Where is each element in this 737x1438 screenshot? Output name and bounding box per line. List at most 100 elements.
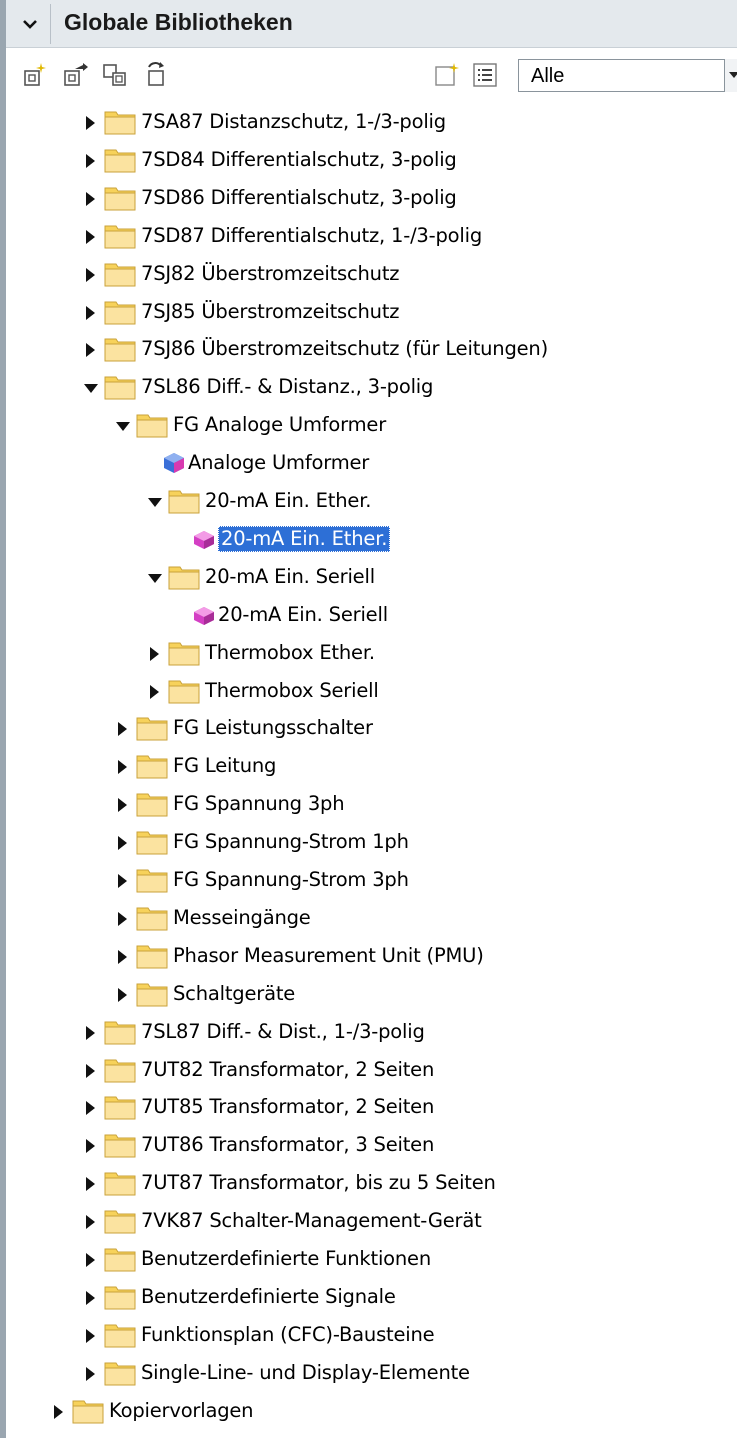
expand-arrow-right-icon[interactable]: [86, 1366, 95, 1381]
tree-row[interactable]: 20-mA Ein. Seriell: [6, 559, 737, 597]
tree-row[interactable]: Thermobox Ether.: [6, 635, 737, 673]
folder-icon: [104, 147, 136, 173]
expand-arrow-right-icon[interactable]: [86, 1139, 95, 1154]
expand-arrow-right-icon[interactable]: [150, 646, 159, 661]
tree-item-label: Kopiervorlagen: [109, 1398, 254, 1422]
expand-arrow-right-icon[interactable]: [86, 153, 95, 168]
header-separator: [50, 4, 51, 44]
tree-row[interactable]: Funktionsplan (CFC)-Bausteine: [6, 1317, 737, 1355]
expand-arrow-down-icon[interactable]: [148, 498, 162, 507]
folder-icon: [104, 1284, 136, 1310]
expand-arrow-right-icon[interactable]: [86, 305, 95, 320]
tree-item-label: FG Leistungsschalter: [173, 716, 373, 740]
tree-row[interactable]: Benutzerdefinierte Funktionen: [6, 1241, 737, 1279]
tree-row[interactable]: 7SJ86 Überstromzeitschutz (für Leitungen…: [6, 331, 737, 369]
tree-row[interactable]: 7UT86 Transformator, 3 Seiten: [6, 1127, 737, 1165]
expand-arrow-right-icon[interactable]: [86, 1101, 95, 1116]
expand-arrow-down-icon[interactable]: [148, 573, 162, 583]
tree-row[interactable]: Schaltgeräte: [6, 976, 737, 1014]
tree-row[interactable]: 7SJ82 Überstromzeitschutz: [6, 256, 737, 294]
tree-item-label: Benutzerdefinierte Signale: [141, 1284, 396, 1308]
tree-row[interactable]: 7UT85 Transformator, 2 Seiten: [6, 1089, 737, 1127]
update-library-icon[interactable]: [140, 58, 174, 92]
tree-row[interactable]: 7SD87 Differentialschutz, 1-/3-polig: [6, 218, 737, 256]
expand-arrow-right-icon[interactable]: [118, 722, 127, 737]
new-library-icon[interactable]: [18, 58, 52, 92]
library-header[interactable]: Globale Bibliotheken: [6, 0, 737, 48]
expand-arrow-down-icon[interactable]: [84, 384, 98, 394]
new-folder-icon[interactable]: [430, 58, 464, 92]
expand-arrow-right-icon[interactable]: [86, 1290, 95, 1305]
folder-icon: [104, 1208, 136, 1234]
tree-row[interactable]: 7UT87 Transformator, bis zu 5 Seiten: [6, 1165, 737, 1203]
expand-arrow-right-icon[interactable]: [86, 343, 95, 358]
tree-row[interactable]: 7VK87 Schalter-Management-Gerät: [6, 1203, 737, 1241]
tree-item-label: Phasor Measurement Unit (PMU): [173, 943, 484, 967]
folder-icon: [168, 640, 200, 666]
tree-row[interactable]: Thermobox Seriell: [6, 673, 737, 711]
tree-row[interactable]: 7SL87 Diff.- & Dist., 1-/3-polig: [6, 1014, 737, 1052]
tree-row[interactable]: FG Analoge Umformer: [6, 407, 737, 445]
expand-arrow-right-icon[interactable]: [118, 911, 127, 926]
chevron-down-icon[interactable]: [20, 14, 40, 34]
expand-arrow-right-icon[interactable]: [54, 1404, 63, 1419]
expand-arrow-right-icon[interactable]: [150, 684, 159, 699]
expand-arrow-right-icon[interactable]: [86, 191, 95, 206]
tree-row[interactable]: Analoge Umformer: [6, 445, 737, 483]
expand-arrow-right-icon[interactable]: [86, 1328, 95, 1343]
open-library-icon[interactable]: [58, 58, 92, 92]
folder-icon: [104, 185, 136, 211]
expand-arrow-right-icon[interactable]: [118, 798, 127, 813]
folder-icon: [168, 488, 200, 514]
tree-row[interactable]: 7SD86 Differentialschutz, 3-polig: [6, 180, 737, 218]
library-type-icon: [162, 452, 186, 474]
tree-item-label: Single-Line- und Display-Elemente: [141, 1360, 470, 1384]
tree-item-label: Analoge Umformer: [188, 451, 370, 475]
tree-row[interactable]: Single-Line- und Display-Elemente: [6, 1355, 737, 1393]
expand-arrow-right-icon[interactable]: [86, 116, 95, 130]
expand-arrow-right-icon[interactable]: [118, 836, 127, 851]
expand-arrow-right-icon[interactable]: [118, 760, 127, 775]
tree-row[interactable]: FG Leistungsschalter: [6, 710, 737, 748]
tree-row[interactable]: 20-mA Ein. Ether.: [6, 483, 737, 521]
tree-row[interactable]: 20-mA Ein. Seriell: [6, 597, 737, 635]
expand-arrow-right-icon[interactable]: [86, 229, 95, 244]
expand-arrow-right-icon[interactable]: [86, 1063, 95, 1078]
filter-select[interactable]: Alle: [518, 59, 737, 92]
tree-item-label: 7SJ85 Überstromzeitschutz: [141, 299, 400, 323]
tree-row[interactable]: Benutzerdefinierte Signale: [6, 1279, 737, 1317]
expand-arrow-right-icon[interactable]: [86, 1025, 95, 1040]
tree-row[interactable]: FG Spannung-Strom 1ph: [6, 824, 737, 862]
expand-arrow-right-icon[interactable]: [86, 1253, 95, 1267]
tree-row[interactable]: Phasor Measurement Unit (PMU): [6, 938, 737, 976]
details-view-icon[interactable]: [468, 58, 502, 92]
copy-library-icon[interactable]: [98, 58, 132, 92]
expand-arrow-right-icon[interactable]: [118, 949, 127, 964]
expand-arrow-down-icon[interactable]: [116, 422, 130, 432]
expand-arrow-right-icon[interactable]: [118, 874, 127, 888]
folder-icon: [136, 905, 168, 931]
tree-row[interactable]: 20-mA Ein. Ether.: [6, 521, 737, 559]
expand-arrow-right-icon[interactable]: [86, 1215, 95, 1230]
expand-arrow-right-icon[interactable]: [86, 1177, 95, 1192]
dropdown-arrow-icon[interactable]: [724, 59, 737, 92]
tree-row[interactable]: 7SJ85 Überstromzeitschutz: [6, 294, 737, 332]
tree-row[interactable]: 7SD84 Differentialschutz, 3-polig: [6, 142, 737, 180]
expand-arrow-right-icon[interactable]: [86, 267, 95, 282]
tree-row[interactable]: Messeingänge: [6, 900, 737, 938]
tree-row[interactable]: 7SL86 Diff.- & Distanz., 3-polig: [6, 369, 737, 407]
tree-row[interactable]: 7UT82 Transformator, 2 Seiten: [6, 1052, 737, 1090]
tree-row[interactable]: 7SA87 Distanzschutz, 1-/3-polig: [6, 104, 737, 142]
tree-row[interactable]: Kopiervorlagen: [6, 1393, 737, 1431]
tree-item-label: 7SJ86 Überstromzeitschutz (für Leitungen…: [141, 337, 548, 361]
tree-item-label: 7UT87 Transformator, bis zu 5 Seiten: [141, 1171, 496, 1195]
expand-arrow-right-icon[interactable]: [118, 987, 127, 1002]
library-version-icon: [192, 528, 216, 550]
tree-row[interactable]: FG Spannung-Strom 3ph: [6, 862, 737, 900]
folder-icon: [136, 981, 168, 1007]
tree-item-label: 7UT82 Transformator, 2 Seiten: [141, 1057, 435, 1081]
tree-row[interactable]: FG Spannung 3ph: [6, 786, 737, 824]
folder-icon: [104, 261, 136, 287]
tree-item-label: 7SD84 Differentialschutz, 3-polig: [141, 147, 457, 171]
tree-row[interactable]: FG Leitung: [6, 748, 737, 786]
